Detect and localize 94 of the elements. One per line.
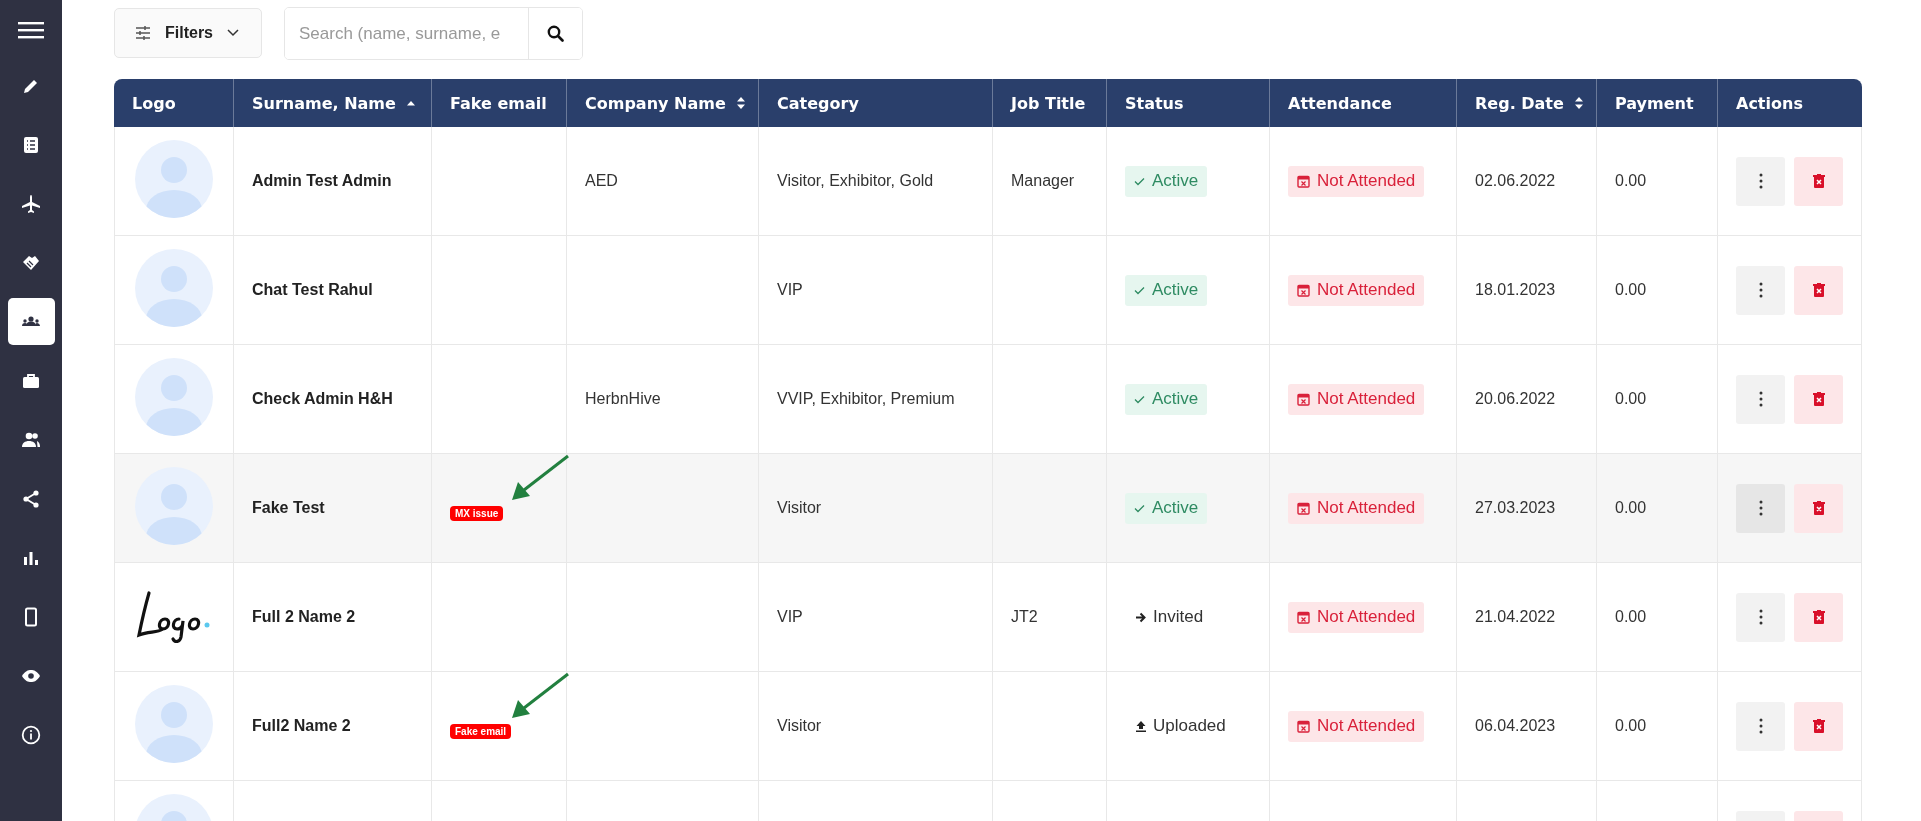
trash-icon — [1812, 174, 1825, 188]
check-icon — [1134, 394, 1145, 404]
trash-icon — [1812, 501, 1825, 515]
registration-date: 20.06.2022 — [1475, 390, 1556, 407]
trash-icon — [1812, 610, 1825, 624]
attendee-name: Admin Test Admin — [252, 172, 392, 189]
search-button[interactable] — [528, 8, 582, 59]
column-header: Actions — [1718, 79, 1862, 127]
table-row[interactable]: Full 2 Name 2 VIP JT2 Invited Not Attended 21.04.2022 0.00 — [114, 563, 1862, 672]
group-icon[interactable] — [7, 298, 55, 345]
search-field[interactable]: Search (name, surname, e — [284, 7, 583, 60]
status-badge: Active — [1125, 492, 1208, 524]
column-header: Payment — [1597, 79, 1718, 127]
column-header: Logo — [114, 79, 234, 127]
upload-icon — [1135, 720, 1147, 732]
more-vertical-icon — [1758, 173, 1763, 189]
calendar-x-icon — [1297, 501, 1310, 515]
more-vertical-icon — [1758, 391, 1763, 407]
delete-button[interactable] — [1794, 483, 1843, 533]
status-label: Uploaded — [1125, 716, 1226, 736]
status-badge: Active — [1125, 165, 1208, 197]
company-name: HerbnHive — [585, 390, 661, 407]
column-header[interactable]: Surname, Name — [234, 79, 432, 127]
payment-amount: 0.00 — [1615, 390, 1647, 407]
job-title: JT2 — [1011, 608, 1038, 625]
column-header: Category — [759, 79, 993, 127]
calendar-x-icon — [1297, 719, 1310, 733]
registration-date: 27.03.2023 — [1475, 499, 1556, 516]
column-header[interactable]: Company Name — [567, 79, 759, 127]
attendance-badge: Not Attended — [1288, 601, 1425, 633]
registration-date: 06.04.2023 — [1475, 717, 1556, 734]
payment-amount: 0.00 — [1615, 281, 1647, 298]
registration-date: 21.04.2022 — [1475, 608, 1556, 625]
more-vertical-icon — [1758, 282, 1763, 298]
column-header: Status — [1107, 79, 1270, 127]
category-text: Visitor, Exhibitor, Gold — [777, 172, 934, 189]
attendee-name: Fake Test — [252, 499, 325, 516]
attendee-name: Full2 Name 2 — [252, 717, 351, 734]
table-row[interactable]: Check Admin H&H HerbnHive VVIP, Exhibitor, Premium Active Not Attended 20.06.2022 0.00 — [114, 345, 1862, 454]
trash-icon — [1812, 283, 1825, 297]
fake-email-badge: MX issue — [450, 506, 504, 521]
registration-date: 02.06.2022 — [1475, 172, 1556, 189]
payment-amount: 0.00 — [1615, 608, 1647, 625]
category-text: Visitor — [777, 499, 822, 516]
table-row[interactable]: Chat Test Rahul VIP Active Not Attended 18.01.2023 0.00 — [114, 236, 1862, 345]
status-badge: Active — [1125, 274, 1208, 306]
delete-button[interactable] — [1794, 592, 1843, 642]
calendar-x-icon — [1297, 283, 1310, 297]
check-icon — [1134, 285, 1145, 295]
delete-button[interactable] — [1794, 701, 1843, 751]
calendar-x-icon — [1297, 174, 1310, 188]
more-vertical-icon — [1758, 609, 1763, 625]
attendee-name: Full 2 Name 2 — [252, 608, 356, 625]
status-badge: Active — [1125, 383, 1208, 415]
attendance-badge: Not Attended — [1288, 710, 1425, 742]
delete-button[interactable] — [1794, 374, 1843, 424]
registration-date: 18.01.2023 — [1475, 281, 1556, 298]
category-text: VIP — [777, 608, 803, 625]
attendee-name: Check Admin H&H — [252, 390, 393, 407]
delete-button[interactable] — [1794, 156, 1843, 206]
status-label: Invited — [1125, 607, 1204, 627]
attendance-badge: Not Attended — [1288, 165, 1425, 197]
company-name: AED — [585, 172, 618, 189]
column-header: Job Title — [993, 79, 1107, 127]
more-vertical-icon — [1758, 718, 1763, 734]
sliders-icon — [135, 26, 151, 40]
category-text: Visitor — [777, 717, 822, 734]
filters-button[interactable]: Filters — [114, 8, 262, 58]
calendar-x-icon — [1297, 610, 1310, 624]
fake-email-badge: Fake email — [450, 724, 512, 739]
delete-button[interactable] — [1794, 265, 1843, 315]
job-title: Manager — [1011, 172, 1075, 189]
attendance-badge: Not Attended — [1288, 383, 1425, 415]
category-text: VVIP, Exhibitor, Premium — [777, 390, 955, 407]
column-header: Fake email — [432, 79, 567, 127]
attendance-badge: Not Attended — [1288, 492, 1425, 524]
chevron-down-icon — [227, 29, 239, 37]
check-icon — [1134, 503, 1145, 513]
payment-amount: 0.00 — [1615, 499, 1647, 516]
column-header[interactable]: Reg. Date — [1457, 79, 1597, 127]
column-header: Attendance — [1270, 79, 1457, 127]
calendar-x-icon — [1297, 392, 1310, 406]
trash-icon — [1812, 392, 1825, 406]
search-icon — [547, 25, 564, 42]
attendance-badge: Not Attended — [1288, 274, 1425, 306]
trash-icon — [1812, 719, 1825, 733]
category-text: VIP — [777, 281, 803, 298]
attendee-name: Chat Test Rahul — [252, 281, 373, 298]
check-icon — [1134, 176, 1145, 186]
table-row[interactable]: Admin Test Admin AED Visitor, Exhibitor, Gold Manager Active Not Attended 02.06.2022 0.00 — [114, 127, 1862, 236]
payment-amount: 0.00 — [1615, 717, 1647, 734]
arrow-right-icon — [1135, 611, 1147, 623]
more-vertical-icon — [1758, 500, 1763, 516]
payment-amount: 0.00 — [1615, 172, 1647, 189]
